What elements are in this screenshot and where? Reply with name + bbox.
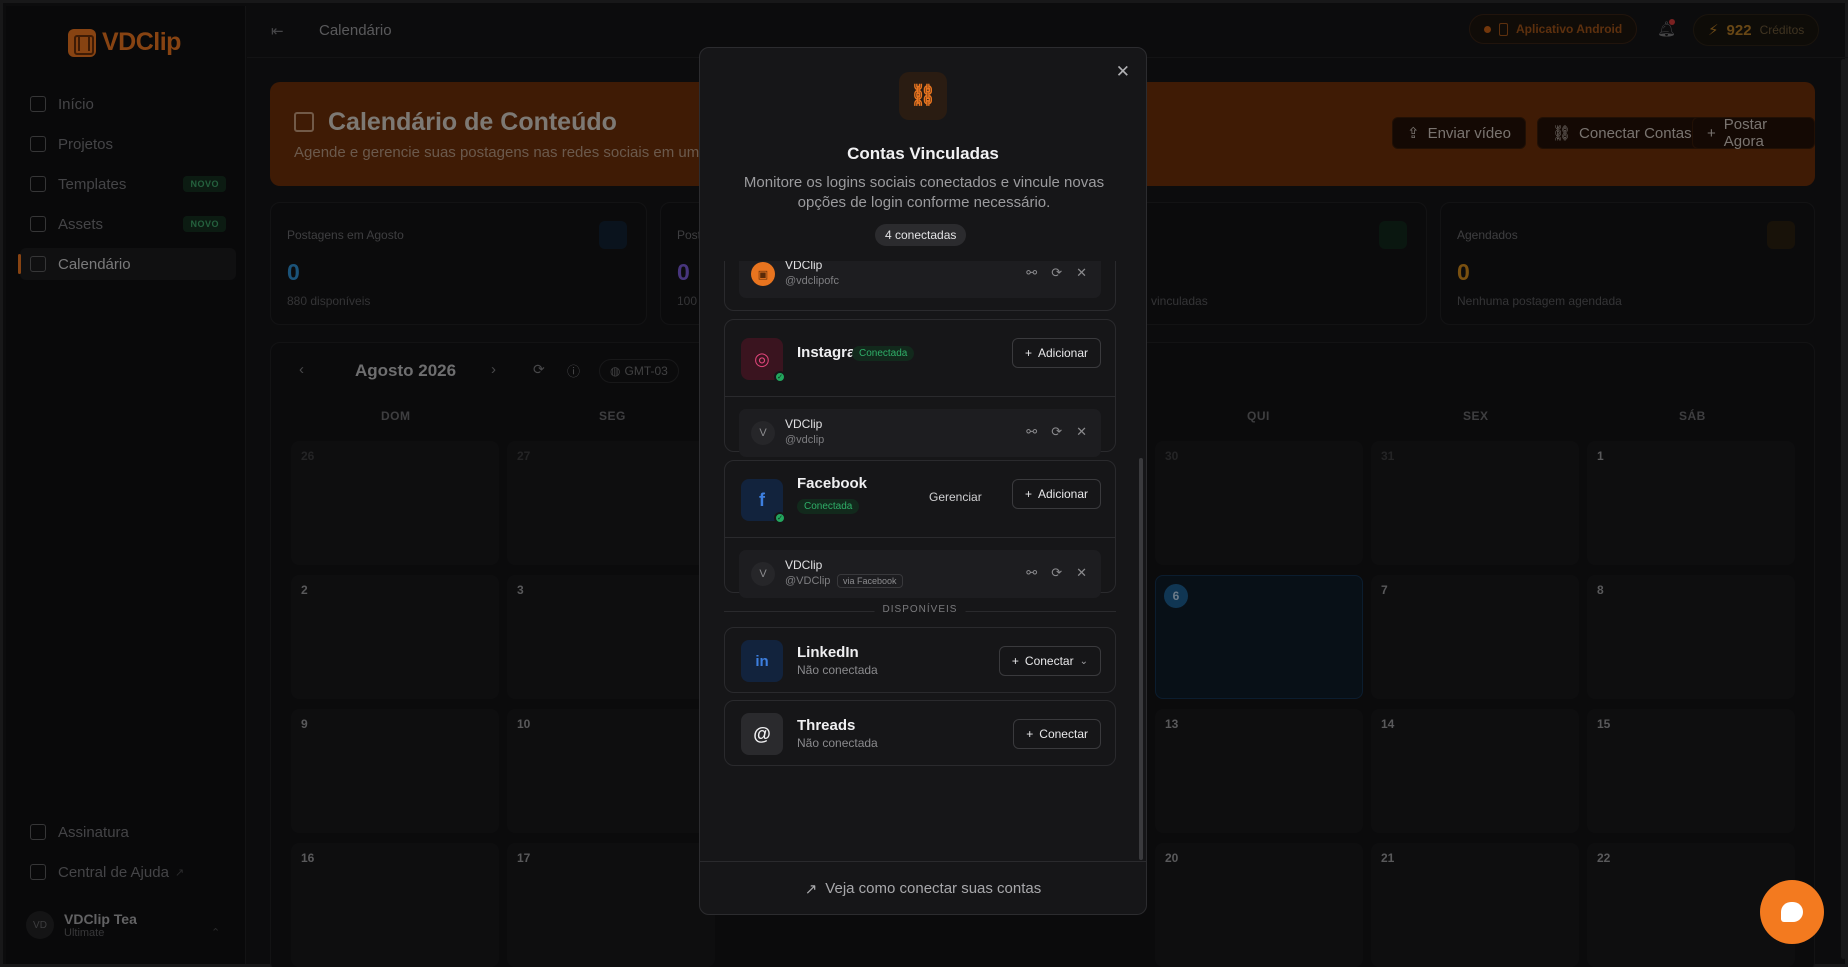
account-name: VDClip xyxy=(785,417,823,431)
add-label: Adicionar xyxy=(1037,487,1088,501)
refresh-icon[interactable]: ⟳ xyxy=(1051,424,1062,440)
add-facebook-button[interactable]: + Adicionar xyxy=(1011,479,1101,509)
plus-icon: + xyxy=(1011,654,1019,668)
linked-account: V VDClip @VDClip via Facebook ⚯ ⟳ ✕ xyxy=(739,550,1101,598)
help-link[interactable]: ↗ Veja como conectar suas contas xyxy=(700,861,1146,914)
platform-card-instagram: ◎ ✓ Instagram Conectada + Adicionar V VDC… xyxy=(724,319,1116,457)
account-name: VDClip xyxy=(785,261,823,272)
via-facebook-badge: via Facebook xyxy=(837,574,903,588)
refresh-icon[interactable]: ⟳ xyxy=(1051,265,1062,281)
linked-accounts-modal: ✕ ⛓︎ Contas Vinculadas Monitore os login… xyxy=(699,47,1147,915)
linkedin-icon: in xyxy=(741,640,783,682)
add-label: Adicionar xyxy=(1037,346,1088,360)
account-handle: @VDClip xyxy=(785,575,831,587)
account-avatar: V xyxy=(751,562,775,586)
account-actions: ⚯ ⟳ ✕ xyxy=(1026,265,1087,281)
settings-sliders-icon[interactable]: ⚯ xyxy=(1026,424,1037,440)
platform-card-threads: @ Threads Não conectada + Conectar xyxy=(724,700,1116,766)
status-badge: Conectada xyxy=(852,346,915,361)
account-name: VDClip xyxy=(785,558,823,572)
connect-label: Conectar xyxy=(1024,654,1074,668)
close-icon[interactable]: ✕ xyxy=(1116,62,1130,82)
close-icon[interactable]: ✕ xyxy=(1076,265,1087,281)
status-badge: Conectada xyxy=(797,499,860,514)
linked-account: V VDClip @vdclip ⚯ ⟳ ✕ xyxy=(739,409,1101,457)
linked-account: ▣ VDClip @vdclipofc ⚯ ⟳ ✕ xyxy=(739,261,1101,298)
platform-header: f ✓ Facebook Conectada Gerenciar + Adicio… xyxy=(725,461,1115,537)
modal-title: Contas Vinculadas xyxy=(847,144,999,163)
settings-sliders-icon[interactable]: ⚯ xyxy=(1026,565,1037,581)
refresh-icon[interactable]: ⟳ xyxy=(1051,565,1062,581)
account-handle: @vdclipofc xyxy=(785,275,839,287)
platform-card-linkedin: in LinkedIn Não conectada + Conectar ⌄ xyxy=(724,627,1116,693)
platform-status: Não conectada xyxy=(797,736,878,750)
connected-count-badge: 4 conectadas xyxy=(875,224,967,246)
modal-scrollbar[interactable] xyxy=(1139,458,1143,860)
threads-icon: @ xyxy=(741,713,783,755)
accounts-scroll-area[interactable]: ▣ VDClip @vdclipofc ⚯ ⟳ ✕ ◎ ✓ Instagram … xyxy=(700,261,1146,861)
available-divider: DISPONÍVEIS xyxy=(724,603,1116,619)
close-icon[interactable]: ✕ xyxy=(1076,565,1087,581)
account-actions: ⚯ ⟳ ✕ xyxy=(1026,424,1087,440)
plus-icon: + xyxy=(1024,346,1032,360)
add-instagram-button[interactable]: + Adicionar xyxy=(1011,338,1101,368)
platform-name: Threads xyxy=(797,717,856,734)
platform-card-vdclip: ▣ VDClip @vdclipofc ⚯ ⟳ ✕ xyxy=(724,261,1116,311)
plus-icon: + xyxy=(1024,487,1032,501)
settings-sliders-icon[interactable]: ⚯ xyxy=(1026,265,1037,281)
available-label: DISPONÍVEIS xyxy=(874,604,966,615)
chat-bubble-icon xyxy=(1781,902,1803,922)
close-icon[interactable]: ✕ xyxy=(1076,424,1087,440)
link-icon: ⛓︎ xyxy=(899,72,947,120)
manage-facebook-link[interactable]: Gerenciar xyxy=(929,490,982,504)
modal-description: Monitore os logins sociais conectados e … xyxy=(743,174,1105,211)
check-icon: ✓ xyxy=(774,371,786,383)
platform-name: Facebook xyxy=(797,475,868,492)
vdclip-logo-icon: ▣ xyxy=(751,262,775,286)
connect-threads-button[interactable]: + Conectar xyxy=(1013,719,1101,749)
help-link-label: Veja como conectar suas contas xyxy=(825,880,1042,897)
platform-accounts: V VDClip @VDClip via Facebook ⚯ ⟳ ✕ xyxy=(725,537,1115,598)
chat-support-button[interactable] xyxy=(1760,880,1824,944)
platform-header: ◎ ✓ Instagram Conectada + Adicionar xyxy=(725,320,1115,396)
plus-icon: + xyxy=(1026,727,1034,741)
account-actions: ⚯ ⟳ ✕ xyxy=(1026,565,1087,581)
connect-label: Conectar xyxy=(1039,727,1088,741)
check-icon: ✓ xyxy=(774,512,786,524)
platform-card-facebook: f ✓ Facebook Conectada Gerenciar + Adicio… xyxy=(724,460,1116,598)
chevron-down-icon: ⌄ xyxy=(1079,655,1088,667)
account-handle: @vdclip xyxy=(785,434,825,446)
platform-name: LinkedIn xyxy=(797,644,859,661)
platform-status: Não conectada xyxy=(797,663,878,677)
account-avatar: V xyxy=(751,421,775,445)
connect-linkedin-button[interactable]: + Conectar ⌄ xyxy=(998,646,1101,676)
platform-accounts: V VDClip @vdclip ⚯ ⟳ ✕ xyxy=(725,396,1115,457)
external-link-icon: ↗ xyxy=(804,880,818,898)
